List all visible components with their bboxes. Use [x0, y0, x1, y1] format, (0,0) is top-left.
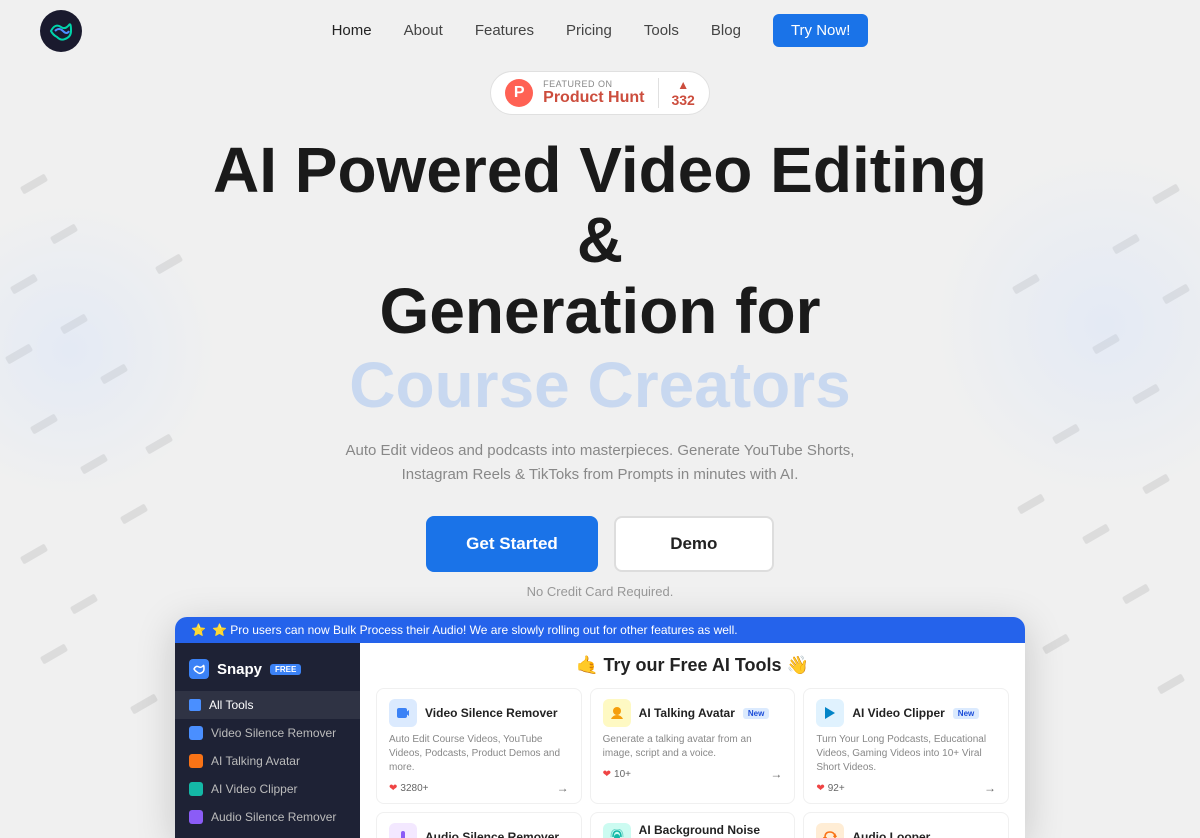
- ph-logo-icon: P: [505, 79, 533, 107]
- ph-vote-count: 332: [671, 92, 694, 108]
- cta-buttons: Get Started Demo: [426, 516, 774, 572]
- sidebar-item-all-tools[interactable]: All Tools: [175, 691, 360, 719]
- tool-icon-audio-silence: [389, 823, 417, 838]
- nav-tools[interactable]: Tools: [644, 22, 679, 39]
- sidebar-header: Snapy FREE: [175, 653, 360, 691]
- sidebar-label-audio-silence: Audio Silence Remover: [211, 810, 336, 824]
- tool-name-6: Audio Looper: [852, 830, 930, 838]
- arrow-3[interactable]: →: [984, 781, 996, 795]
- tool-card-header-6: Audio Looper: [816, 823, 996, 838]
- app-topbar: ⭐ ⭐ Pro users can now Bulk Process their…: [175, 617, 1025, 643]
- sidebar-logo: [189, 659, 209, 679]
- app-screenshot: ⭐ ⭐ Pro users can now Bulk Process their…: [175, 617, 1025, 838]
- tool-name-4: Audio Silence Remover: [425, 830, 559, 838]
- no-credit-card-text: No Credit Card Required.: [527, 584, 674, 599]
- get-started-button[interactable]: Get Started: [426, 516, 598, 572]
- ph-product-hunt-name: Product Hunt: [543, 89, 644, 107]
- sidebar-label-ai-avatar: AI Talking Avatar: [211, 754, 300, 768]
- navbar: Home About Features Pricing Tools Blog T…: [0, 0, 1200, 61]
- video-silence-icon: [189, 726, 203, 740]
- new-badge-2: New: [743, 708, 769, 719]
- tool-name-1: Video Silence Remover: [425, 706, 558, 720]
- app-main-title: 🤙 Try our Free AI Tools 👋: [360, 643, 1025, 684]
- nav-features[interactable]: Features: [475, 22, 534, 39]
- tool-card-video-silence[interactable]: Video Silence Remover Auto Edit Course V…: [376, 688, 582, 804]
- ai-avatar-icon: [189, 754, 203, 768]
- hero-heading-line2: Generation for: [380, 275, 821, 347]
- nav-pricing[interactable]: Pricing: [566, 22, 612, 39]
- tool-icon-video-silence: [389, 699, 417, 727]
- tool-likes-1: ❤ 3280+: [389, 783, 428, 794]
- tool-name-2: AI Talking Avatar: [639, 706, 735, 720]
- free-badge: FREE: [270, 664, 301, 675]
- hero-section: P FEATURED ON Product Hunt ▲ 332 AI Powe…: [0, 61, 1200, 617]
- hero-heading-line1: AI Powered Video Editing &: [213, 134, 987, 276]
- tool-name-5: AI Background Noise Remover: [639, 823, 783, 838]
- ph-featured-on-text: FEATURED ON: [543, 79, 612, 89]
- tool-card-header-3: AI Video Clipper New: [816, 699, 996, 727]
- tool-icon-ai-avatar: [603, 699, 631, 727]
- logo[interactable]: [40, 10, 82, 52]
- nav-home[interactable]: Home: [332, 22, 372, 39]
- tool-likes-2: ❤ 10+: [603, 769, 631, 780]
- new-badge-3: New: [953, 708, 979, 719]
- try-now-button[interactable]: Try Now!: [773, 14, 868, 47]
- tool-desc-1: Auto Edit Course Videos, YouTube Videos,…: [389, 733, 569, 775]
- hero-description: Auto Edit videos and podcasts into maste…: [340, 439, 860, 489]
- tool-card-ai-video-clipper[interactable]: AI Video Clipper New Turn Your Long Podc…: [803, 688, 1009, 804]
- sidebar-label-all-tools: All Tools: [209, 698, 253, 712]
- nav-links: Home About Features Pricing Tools Blog T…: [332, 14, 869, 47]
- arrow-2[interactable]: →: [770, 767, 782, 781]
- all-tools-icon: [189, 699, 201, 711]
- tool-icon-audio-looper: [816, 823, 844, 838]
- sidebar-item-ai-video-clipper[interactable]: AI Video Clipper: [175, 775, 360, 803]
- tool-card-audio-looper[interactable]: Audio Looper Loop your audio files by co…: [803, 812, 1009, 838]
- arrow-1[interactable]: →: [557, 781, 569, 795]
- tool-footer-3: ❤ 92+ →: [816, 781, 996, 795]
- sidebar-item-audio-silence[interactable]: Audio Silence Remover: [175, 803, 360, 831]
- heart-icon-2: ❤: [603, 769, 611, 780]
- tool-icon-ai-video-clipper: [816, 699, 844, 727]
- app-sidebar: Snapy FREE All Tools Video Silence Remov…: [175, 643, 360, 838]
- sidebar-item-ai-shorts-gen[interactable]: AI Shorts Generator: [175, 831, 360, 838]
- sidebar-item-ai-avatar[interactable]: AI Talking Avatar: [175, 747, 360, 775]
- tool-card-bg-noise[interactable]: AI Background Noise Remover Remove backg…: [590, 812, 796, 838]
- topbar-text: ⭐ Pro users can now Bulk Process their A…: [212, 623, 738, 637]
- ai-video-clipper-icon: [189, 782, 203, 796]
- tool-desc-2: Generate a talking avatar from an image,…: [603, 733, 783, 761]
- topbar-dot: ⭐: [191, 623, 206, 637]
- tool-likes-3: ❤ 92+: [816, 783, 844, 794]
- tool-card-header-5: AI Background Noise Remover: [603, 823, 783, 838]
- ph-arrow-icon: ▲: [677, 78, 689, 92]
- app-main-content: 🤙 Try our Free AI Tools 👋 Video Silence …: [360, 643, 1025, 838]
- heart-icon-3: ❤: [816, 783, 824, 794]
- tool-footer-2: ❤ 10+ →: [603, 767, 783, 781]
- product-hunt-badge[interactable]: P FEATURED ON Product Hunt ▲ 332: [490, 71, 710, 115]
- tool-footer-1: ❤ 3280+ →: [389, 781, 569, 795]
- sidebar-item-video-silence[interactable]: Video Silence Remover: [175, 719, 360, 747]
- nav-blog[interactable]: Blog: [711, 22, 741, 39]
- sidebar-label-ai-video-clipper: AI Video Clipper: [211, 782, 298, 796]
- tool-card-header-1: Video Silence Remover: [389, 699, 569, 727]
- audio-silence-icon: [189, 810, 203, 824]
- nav-about[interactable]: About: [404, 22, 443, 39]
- app-inner-layout: Snapy FREE All Tools Video Silence Remov…: [175, 643, 1025, 838]
- tool-card-header-2: AI Talking Avatar New: [603, 699, 783, 727]
- tool-grid: Video Silence Remover Auto Edit Course V…: [360, 684, 1025, 838]
- tool-name-3: AI Video Clipper: [852, 706, 944, 720]
- tool-card-audio-silence[interactable]: Audio Silence Remover Auto Edit Lectures…: [376, 812, 582, 838]
- tool-card-header-4: Audio Silence Remover: [389, 823, 569, 838]
- sidebar-brand-name: Snapy: [217, 661, 262, 678]
- sidebar-label-video-silence: Video Silence Remover: [211, 726, 336, 740]
- demo-button[interactable]: Demo: [614, 516, 774, 572]
- hero-subtitle-colored: Course Creators: [349, 350, 851, 420]
- ph-text-group: FEATURED ON Product Hunt: [543, 79, 644, 107]
- hero-heading: AI Powered Video Editing & Generation fo…: [200, 135, 1000, 346]
- tool-desc-3: Turn Your Long Podcasts, Educational Vid…: [816, 733, 996, 775]
- heart-icon-1: ❤: [389, 783, 397, 794]
- ph-votes: ▲ 332: [658, 78, 694, 108]
- tool-icon-bg-noise: [603, 823, 631, 838]
- tool-card-ai-avatar[interactable]: AI Talking Avatar New Generate a talking…: [590, 688, 796, 804]
